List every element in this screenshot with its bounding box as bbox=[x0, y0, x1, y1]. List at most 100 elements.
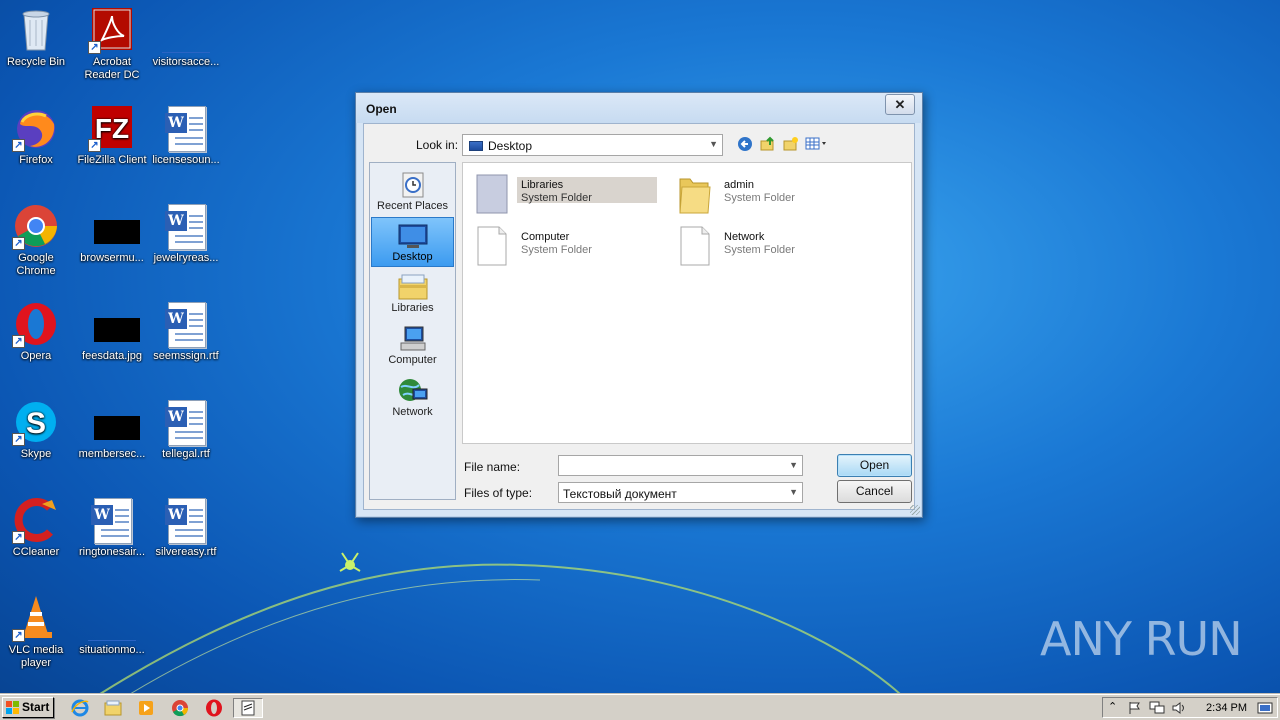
place-network[interactable]: Network bbox=[371, 373, 454, 423]
look-in-value: Desktop bbox=[488, 139, 533, 153]
look-in-label: Look in: bbox=[416, 138, 459, 152]
notepad-icon bbox=[241, 700, 255, 716]
dialog-client: Look in: Desktop ▼ Recent Places Desktop bbox=[363, 123, 915, 510]
resize-grip[interactable] bbox=[910, 505, 920, 515]
desktop-icon-acrobat[interactable]: ↗ Acrobat Reader DC bbox=[74, 6, 150, 82]
desktop-icon-tellegal[interactable]: W tellegal.rtf bbox=[148, 398, 224, 461]
shortcut-arrow-icon: ↗ bbox=[12, 335, 25, 348]
file-item-network[interactable]: Network System Folder bbox=[676, 221, 876, 267]
desktop-icon-opera[interactable]: ↗ Opera bbox=[0, 300, 74, 363]
start-button[interactable]: Start bbox=[2, 697, 54, 718]
desktop-icon-ccleaner[interactable]: ↗ CCleaner bbox=[0, 496, 74, 559]
file-item-computer[interactable]: Computer System Folder bbox=[473, 221, 673, 267]
open-button[interactable]: Open bbox=[837, 454, 912, 477]
windows-flag-icon bbox=[6, 701, 19, 714]
taskbar-media-player-button[interactable] bbox=[136, 698, 156, 718]
taskbar-opera-button[interactable] bbox=[204, 698, 224, 718]
file-item-libraries[interactable]: Libraries System Folder bbox=[473, 169, 673, 215]
taskbar-explorer-button[interactable] bbox=[103, 698, 123, 718]
desktop-icon-situationmo[interactable]: situationmo... bbox=[74, 594, 150, 657]
file-name-combo[interactable]: ▼ bbox=[558, 455, 803, 476]
blank-file-icon bbox=[162, 6, 210, 54]
desktop-icon-firefox[interactable]: ↗ Firefox bbox=[0, 104, 74, 167]
places-bar: Recent Places Desktop Libraries Computer… bbox=[369, 162, 456, 500]
tray-expand-icon[interactable]: ⌃ bbox=[1108, 700, 1117, 713]
network-status-icon[interactable] bbox=[1149, 701, 1165, 715]
desktop-icon-vlc[interactable]: ↗ VLC media player bbox=[0, 594, 74, 670]
file-list: Libraries System Folder admin System Fol… bbox=[462, 162, 912, 444]
view-menu-button[interactable] bbox=[805, 136, 831, 154]
file-type: System Folder bbox=[521, 244, 592, 256]
svg-text:S: S bbox=[26, 407, 46, 440]
taskbar-chrome-button[interactable] bbox=[170, 698, 190, 718]
blank-file-icon bbox=[88, 594, 136, 642]
place-label: Computer bbox=[388, 354, 437, 366]
chrome-icon: ↗ bbox=[12, 202, 60, 250]
desktop-icon-silvereasy[interactable]: W silvereasy.rtf bbox=[148, 496, 224, 559]
place-libraries[interactable]: Libraries bbox=[371, 269, 454, 319]
desktop-icon-chrome[interactable]: ↗ Google Chrome bbox=[0, 202, 74, 278]
word-document-icon: W bbox=[88, 496, 136, 544]
chevron-down-icon[interactable]: ▼ bbox=[789, 460, 798, 470]
file-item-admin[interactable]: admin System Folder bbox=[676, 169, 876, 215]
desktop-icon-feesdata[interactable]: feesdata.jpg bbox=[74, 300, 150, 363]
desktop-icon-label: Recycle Bin bbox=[6, 56, 66, 68]
files-of-type-label: Files of type: bbox=[464, 486, 533, 500]
desktop-icon-jewelryreas[interactable]: W jewelryreas... bbox=[148, 202, 224, 265]
desktop-icon-skype[interactable]: S ↗ Skype bbox=[0, 398, 74, 461]
look-in-dropdown[interactable]: Desktop ▼ bbox=[462, 134, 723, 156]
internet-explorer-icon bbox=[71, 699, 89, 717]
taskbar-ie-button[interactable] bbox=[70, 698, 90, 718]
desktop-icon-recycle-bin[interactable]: Recycle Bin bbox=[0, 6, 74, 69]
skype-icon: S ↗ bbox=[12, 398, 60, 446]
desktop-icon-label: feesdata.jpg bbox=[82, 350, 142, 362]
chevron-down-icon: ▼ bbox=[789, 487, 798, 497]
image-file-icon bbox=[88, 300, 140, 348]
desktop-icon-label: situationmo... bbox=[79, 644, 145, 656]
up-folder-icon bbox=[760, 136, 774, 151]
action-center-flag-icon[interactable] bbox=[1127, 701, 1143, 715]
file-name: Libraries bbox=[521, 179, 564, 191]
chevron-down-icon: ▼ bbox=[709, 139, 718, 149]
shortcut-arrow-icon: ↗ bbox=[88, 139, 101, 152]
up-folder-button[interactable] bbox=[759, 136, 777, 154]
folder-icon bbox=[104, 700, 122, 716]
desktop-icon-membersec[interactable]: membersec... bbox=[74, 398, 150, 461]
place-desktop[interactable]: Desktop bbox=[371, 217, 454, 267]
desktop-icon-label: Google Chrome bbox=[16, 252, 56, 277]
files-of-type-select[interactable]: Текстовый документ ▼ bbox=[558, 482, 803, 503]
desktop-icon-label: silvereasy.rtf bbox=[155, 546, 217, 558]
taskbar-clock[interactable]: 2:34 PM bbox=[1206, 702, 1247, 714]
show-desktop-icon[interactable] bbox=[1257, 702, 1273, 714]
desktop-icon-label: CCleaner bbox=[12, 546, 60, 558]
image-file-icon bbox=[88, 398, 140, 446]
desktop-icon-visitorsacce[interactable]: visitorsacce... bbox=[148, 6, 224, 69]
opera-icon: ↗ bbox=[12, 300, 60, 348]
taskbar: Start ⌃ 2:34 PM bbox=[0, 694, 1280, 720]
shortcut-arrow-icon: ↗ bbox=[12, 629, 25, 642]
desktop-icon-ringtonesair[interactable]: W ringtonesair... bbox=[74, 496, 150, 559]
desktop-icon-licensesoun[interactable]: W licensesoun... bbox=[148, 104, 224, 167]
start-label: Start bbox=[22, 700, 50, 714]
desktop-icon-label: visitorsacce... bbox=[152, 56, 220, 68]
volume-speaker-icon[interactable] bbox=[1171, 701, 1187, 715]
computer-icon bbox=[397, 325, 429, 353]
new-folder-button[interactable] bbox=[782, 136, 800, 154]
place-label: Libraries bbox=[391, 302, 434, 314]
close-button[interactable]: ✕ bbox=[885, 94, 915, 115]
back-button[interactable] bbox=[736, 136, 754, 154]
cancel-button[interactable]: Cancel bbox=[837, 480, 912, 503]
file-type: System Folder bbox=[724, 192, 795, 204]
desktop-icon-browsermu[interactable]: browsermu... bbox=[74, 202, 150, 265]
place-label: Network bbox=[392, 406, 433, 418]
dialog-titlebar[interactable]: Open ✕ bbox=[356, 93, 922, 123]
shortcut-arrow-icon: ↗ bbox=[12, 531, 25, 544]
place-computer[interactable]: Computer bbox=[371, 321, 454, 371]
word-document-icon: W bbox=[162, 104, 210, 152]
desktop-icon-seemssign[interactable]: W seemssign.rtf bbox=[148, 300, 224, 363]
desktop-icon-filezilla[interactable]: FZ ↗ FileZilla Client bbox=[74, 104, 150, 167]
taskbar-active-window-button[interactable] bbox=[233, 698, 263, 718]
place-recent[interactable]: Recent Places bbox=[371, 167, 454, 217]
desktop-icon-label: Acrobat Reader DC bbox=[84, 56, 140, 81]
file-name: Network bbox=[724, 231, 765, 243]
